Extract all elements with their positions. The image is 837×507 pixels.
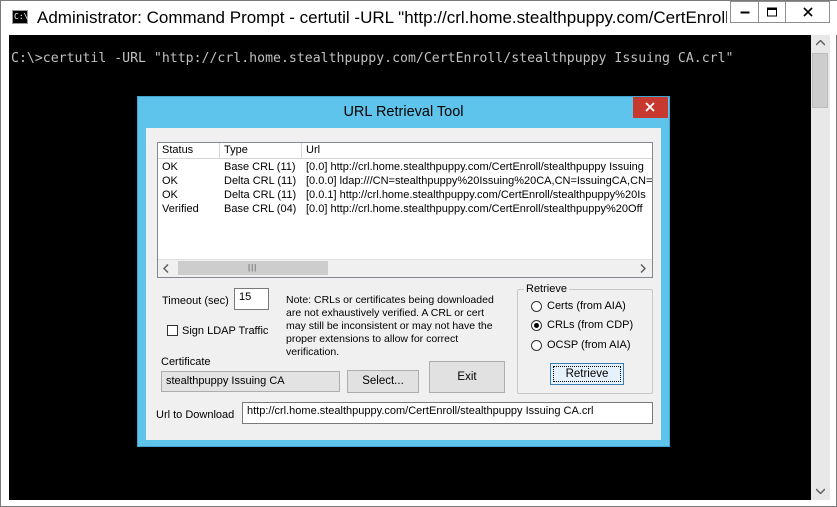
row-type: Delta CRL (11) xyxy=(224,189,297,201)
scroll-grip-icon: ||| xyxy=(248,263,258,272)
console-titlebar[interactable]: C:\ Administrator: Command Prompt - cert… xyxy=(1,1,837,35)
minimize-icon xyxy=(740,11,749,14)
row-type: Delta CRL (11) xyxy=(224,175,297,187)
note-line: verification. xyxy=(286,346,340,358)
close-icon xyxy=(802,7,813,17)
close-button[interactable] xyxy=(785,1,830,23)
list-row[interactable]: OK Delta CRL (11) [0.0.0] ldap:///CN=ste… xyxy=(158,174,652,188)
list-header: Status Type Url xyxy=(158,143,652,159)
select-button[interactable]: Select... xyxy=(347,370,419,393)
minimize-button[interactable] xyxy=(730,1,758,23)
list-scroll-thumb[interactable]: ||| xyxy=(178,261,328,275)
scroll-right-button[interactable] xyxy=(635,260,652,276)
row-status: OK xyxy=(162,161,178,173)
note-line: are not exhaustively verified. A CRL or … xyxy=(286,307,485,319)
scroll-down-button[interactable] xyxy=(811,483,830,500)
row-url: [0.0.1] http://crl.home.stealthpuppy.com… xyxy=(306,189,646,201)
console-vertical-scrollbar[interactable] xyxy=(811,35,830,500)
chevron-left-icon xyxy=(163,264,169,273)
column-header-type[interactable]: Type xyxy=(220,143,302,158)
note-line: Note: CRLs or certificates being downloa… xyxy=(286,294,494,306)
exit-button[interactable]: Exit xyxy=(429,361,505,393)
radio-crls-cdp-label: CRLs (from CDP) xyxy=(547,319,634,331)
note-line: may still be inconsistent or may not hav… xyxy=(286,320,493,332)
verification-note: Note: CRLs or certificates being downloa… xyxy=(286,294,511,359)
close-icon xyxy=(645,102,655,112)
scroll-thumb[interactable] xyxy=(812,53,828,108)
chevron-up-icon xyxy=(816,40,825,46)
maximize-button[interactable] xyxy=(758,1,785,23)
dialog-close-button[interactable] xyxy=(633,97,668,118)
url-retrieval-dialog: URL Retrieval Tool Status Type Url OK Ba… xyxy=(137,96,670,447)
row-status: OK xyxy=(162,175,178,187)
maximize-icon xyxy=(767,7,777,17)
radio-crls-cdp[interactable] xyxy=(531,320,542,331)
dialog-client-area: Status Type Url OK Base CRL (11) [0.0] h… xyxy=(146,128,661,440)
url-input[interactable]: http://crl.home.stealthpuppy.com/CertEnr… xyxy=(242,402,653,424)
command-prompt-icon: C:\ xyxy=(12,10,28,24)
retrieve-button[interactable]: Retrieve xyxy=(550,363,624,385)
scroll-up-button[interactable] xyxy=(811,35,830,52)
sign-ldap-checkbox[interactable] xyxy=(167,325,178,336)
list-row[interactable]: OK Delta CRL (11) [0.0.1] http://crl.hom… xyxy=(158,188,652,202)
row-type: Base CRL (04) xyxy=(224,203,297,215)
console-title: Administrator: Command Prompt - certutil… xyxy=(37,8,727,27)
row-url: [0.0.0] ldap:///CN=stealthpuppy%20Issuin… xyxy=(306,175,652,187)
chevron-down-icon xyxy=(816,488,825,494)
timeout-input[interactable]: 15 xyxy=(234,288,269,310)
scroll-left-button[interactable] xyxy=(158,260,175,276)
list-horizontal-scrollbar[interactable]: ||| xyxy=(158,259,652,277)
row-type: Base CRL (11) xyxy=(224,161,296,173)
column-header-url[interactable]: Url xyxy=(302,143,652,158)
list-row[interactable]: OK Base CRL (11) [0.0] http://crl.home.s… xyxy=(158,160,652,174)
chevron-right-icon xyxy=(640,264,646,273)
retrieve-group-label: Retrieve xyxy=(524,283,569,295)
row-url: [0.0] http://crl.home.stealthpuppy.com/C… xyxy=(306,203,643,215)
url-to-download-label: Url to Download xyxy=(156,409,235,421)
row-url: [0.0] http://crl.home.stealthpuppy.com/C… xyxy=(306,161,644,173)
row-status: OK xyxy=(162,189,178,201)
certificate-label: Certificate xyxy=(161,356,211,368)
dialog-title: URL Retrieval Tool xyxy=(343,104,464,120)
timeout-label: Timeout (sec) xyxy=(162,295,229,307)
radio-certs-aia[interactable] xyxy=(531,301,542,312)
sign-ldap-label: Sign LDAP Traffic xyxy=(182,325,269,337)
radio-certs-aia-label: Certs (from AIA) xyxy=(547,300,626,312)
radio-ocsp-aia[interactable] xyxy=(531,340,542,351)
radio-ocsp-aia-label: OCSP (from AIA) xyxy=(547,339,631,351)
certificate-field[interactable]: stealthpuppy Issuing CA xyxy=(161,371,340,392)
list-row[interactable]: Verified Base CRL (04) [0.0] http://crl.… xyxy=(158,202,652,216)
note-line: proper extensions to allow for correct xyxy=(286,333,459,345)
url-list[interactable]: Status Type Url OK Base CRL (11) [0.0] h… xyxy=(157,142,653,278)
column-header-status[interactable]: Status xyxy=(158,143,220,158)
row-status: Verified xyxy=(162,203,199,215)
radio-selected-dot xyxy=(534,323,539,328)
console-command-line: C:\>certutil -URL "http://crl.home.steal… xyxy=(11,51,734,66)
